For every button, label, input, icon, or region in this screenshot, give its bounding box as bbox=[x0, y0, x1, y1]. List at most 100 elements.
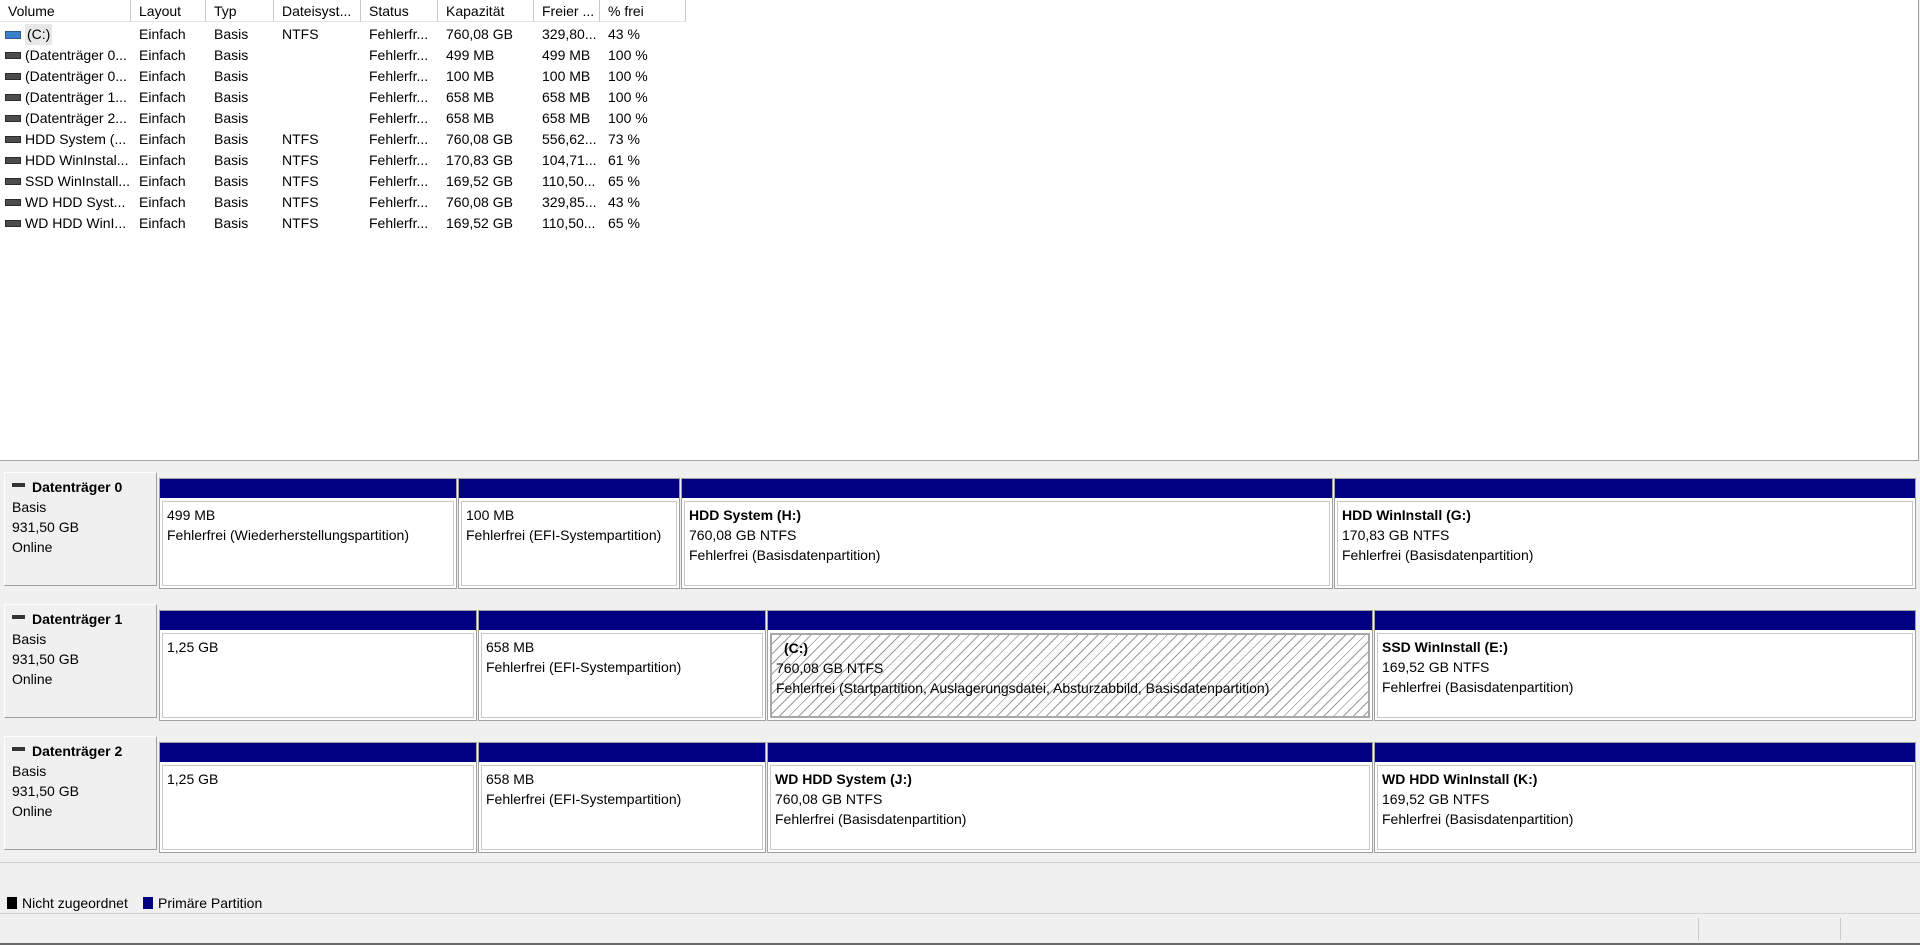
volume-type: Basis bbox=[214, 47, 249, 63]
table-row[interactable]: (C:) Einfach Basis NTFS Fehlerfr... 760,… bbox=[0, 24, 686, 45]
volume-percent-free: 65 % bbox=[608, 173, 640, 189]
partition-status: Fehlerfrei (Basisdatenpartition) bbox=[1382, 679, 1574, 695]
volume-capacity: 760,08 GB bbox=[446, 131, 513, 147]
legend: Nicht zugeordnet Primäre Partition bbox=[0, 862, 1920, 913]
partition-type-bar bbox=[459, 479, 679, 498]
volume-status: Fehlerfr... bbox=[369, 89, 429, 105]
partition-block[interactable]: 499 MB Fehlerfrei (Wiederherstellungspar… bbox=[159, 478, 457, 589]
partition-name: SSD WinInstall (E:) bbox=[1382, 639, 1508, 655]
volume-capacity: 169,52 GB bbox=[446, 173, 513, 189]
status-bar-divider bbox=[1698, 918, 1699, 940]
volume-percent-free: 100 % bbox=[608, 89, 648, 105]
volume-status: Fehlerfr... bbox=[369, 215, 429, 231]
volume-status: Fehlerfr... bbox=[369, 26, 429, 42]
volume-layout: Einfach bbox=[139, 47, 186, 63]
partition-block[interactable]: SSD WinInstall (E:) 169,52 GB NTFS Fehle… bbox=[1374, 610, 1916, 721]
volume-capacity: 658 MB bbox=[446, 110, 495, 126]
volume-table-body: (C:) Einfach Basis NTFS Fehlerfr... 760,… bbox=[0, 24, 686, 234]
partition-block[interactable]: 658 MB Fehlerfrei (EFI-Systempartition) bbox=[478, 610, 766, 721]
volume-capacity: 100 MB bbox=[446, 68, 495, 84]
partition-block[interactable]: HDD System (H:) 760,08 GB NTFS Fehlerfre… bbox=[681, 478, 1333, 589]
disk-row: Datenträger 1 Basis 931,50 GB Online 1,2… bbox=[0, 598, 1920, 721]
volume-filesystem bbox=[274, 108, 361, 129]
volume-type: Basis bbox=[214, 215, 249, 231]
partition-strip: 1,25 GB 658 MB Fehlerfrei (EFI-Systempar… bbox=[159, 742, 1916, 853]
volume-list-pane: Volume Layout Typ Dateisyst... Status Ka… bbox=[0, 0, 1919, 461]
partition-block[interactable]: HDD WinInstall (G:) 170,83 GB NTFS Fehle… bbox=[1334, 478, 1916, 589]
volume-percent-free: 65 % bbox=[608, 215, 640, 231]
legend-label-unallocated: Nicht zugeordnet bbox=[22, 895, 128, 911]
partition-size: 100 MB bbox=[466, 507, 515, 523]
partition-block[interactable]: 1,25 GB bbox=[159, 742, 477, 853]
volume-status: Fehlerfr... bbox=[369, 47, 429, 63]
partition-block[interactable]: WD HDD System (J:) 760,08 GB NTFS Fehler… bbox=[767, 742, 1373, 853]
partition-size: 1,25 GB bbox=[167, 771, 219, 787]
column-header-kapazitaet[interactable]: Kapazität bbox=[438, 0, 534, 22]
volume-type: Basis bbox=[214, 89, 249, 105]
table-row[interactable]: (Datenträger 0... Einfach Basis Fehlerfr… bbox=[0, 45, 686, 66]
partition-size: 760,08 GB NTFS bbox=[689, 527, 797, 543]
partition-type-bar bbox=[479, 611, 765, 630]
table-row[interactable]: HDD WinInstal... Einfach Basis NTFS Fehl… bbox=[0, 150, 686, 171]
partition-block-selected[interactable]: (C:) 760,08 GB NTFS Fehlerfrei (Startpar… bbox=[767, 610, 1373, 721]
partition-block[interactable]: 1,25 GB bbox=[159, 610, 477, 721]
table-row[interactable]: WD HDD Syst... Einfach Basis NTFS Fehler… bbox=[0, 192, 686, 213]
volume-status: Fehlerfr... bbox=[369, 110, 429, 126]
volume-icon bbox=[5, 220, 21, 227]
volume-layout: Einfach bbox=[139, 194, 186, 210]
partition-type-bar bbox=[160, 611, 476, 630]
volume-status: Fehlerfr... bbox=[369, 68, 429, 84]
table-row[interactable]: HDD System (... Einfach Basis NTFS Fehle… bbox=[0, 129, 686, 150]
table-row[interactable]: (Datenträger 2... Einfach Basis Fehlerfr… bbox=[0, 108, 686, 129]
volume-status: Fehlerfr... bbox=[369, 194, 429, 210]
table-row[interactable]: SSD WinInstall... Einfach Basis NTFS Feh… bbox=[0, 171, 686, 192]
partition-status: Fehlerfrei (Basisdatenpartition) bbox=[1342, 547, 1534, 563]
volume-free-space: 329,80... bbox=[542, 26, 597, 42]
column-header-dateisystem[interactable]: Dateisyst... bbox=[274, 0, 361, 22]
partition-size: 658 MB bbox=[486, 771, 535, 787]
volume-status: Fehlerfr... bbox=[369, 131, 429, 147]
column-header-freier-speicher[interactable]: Freier ... bbox=[534, 0, 600, 22]
partition-block[interactable]: WD HDD WinInstall (K:) 169,52 GB NTFS Fe… bbox=[1374, 742, 1916, 853]
disk-info[interactable]: Datenträger 1 Basis 931,50 GB Online bbox=[4, 604, 157, 718]
volume-filesystem: NTFS bbox=[282, 26, 319, 42]
volume-name: SSD WinInstall... bbox=[25, 173, 131, 189]
volume-type: Basis bbox=[214, 152, 249, 168]
volume-filesystem: NTFS bbox=[282, 152, 319, 168]
disk-type: Basis bbox=[12, 763, 47, 779]
system-volume-icon bbox=[5, 30, 21, 39]
partition-block[interactable]: 658 MB Fehlerfrei (EFI-Systempartition) bbox=[478, 742, 766, 853]
partition-name: HDD WinInstall (G:) bbox=[1342, 507, 1471, 523]
volume-free-space: 100 MB bbox=[542, 68, 591, 84]
disk-icon bbox=[12, 615, 25, 619]
volume-name: WD HDD Syst... bbox=[25, 194, 126, 210]
disk-row: Datenträger 0 Basis 931,50 GB Online 499… bbox=[0, 466, 1920, 589]
volume-layout: Einfach bbox=[139, 68, 186, 84]
column-header-prozent-frei[interactable]: % frei bbox=[600, 0, 686, 22]
partition-status: Fehlerfrei (Basisdatenpartition) bbox=[1382, 811, 1574, 827]
partition-block[interactable]: 100 MB Fehlerfrei (EFI-Systempartition) bbox=[458, 478, 680, 589]
volume-name: (Datenträger 1... bbox=[25, 89, 127, 105]
disk-size: 931,50 GB bbox=[12, 783, 79, 799]
partition-type-bar bbox=[160, 479, 456, 498]
disk-name: Datenträger 1 bbox=[32, 611, 123, 627]
table-row[interactable]: WD HDD WinI... Einfach Basis NTFS Fehler… bbox=[0, 213, 686, 234]
volume-type: Basis bbox=[214, 26, 249, 42]
table-row[interactable]: (Datenträger 1... Einfach Basis Fehlerfr… bbox=[0, 87, 686, 108]
volume-icon bbox=[5, 52, 21, 59]
disk-state: Online bbox=[12, 539, 53, 555]
volume-capacity: 658 MB bbox=[446, 89, 495, 105]
disk-info[interactable]: Datenträger 2 Basis 931,50 GB Online bbox=[4, 736, 157, 850]
volume-icon bbox=[5, 94, 21, 101]
volume-icon bbox=[5, 73, 21, 80]
column-header-status[interactable]: Status bbox=[361, 0, 438, 22]
partition-name: WD HDD WinInstall (K:) bbox=[1382, 771, 1538, 787]
column-header-layout[interactable]: Layout bbox=[131, 0, 206, 22]
column-header-typ[interactable]: Typ bbox=[206, 0, 274, 22]
column-header-volume[interactable]: Volume bbox=[0, 0, 131, 22]
disk-info[interactable]: Datenträger 0 Basis 931,50 GB Online bbox=[4, 472, 157, 586]
disk-icon bbox=[12, 483, 25, 487]
partition-size: 658 MB bbox=[486, 639, 535, 655]
volume-filesystem: NTFS bbox=[282, 215, 319, 231]
table-row[interactable]: (Datenträger 0... Einfach Basis Fehlerfr… bbox=[0, 66, 686, 87]
